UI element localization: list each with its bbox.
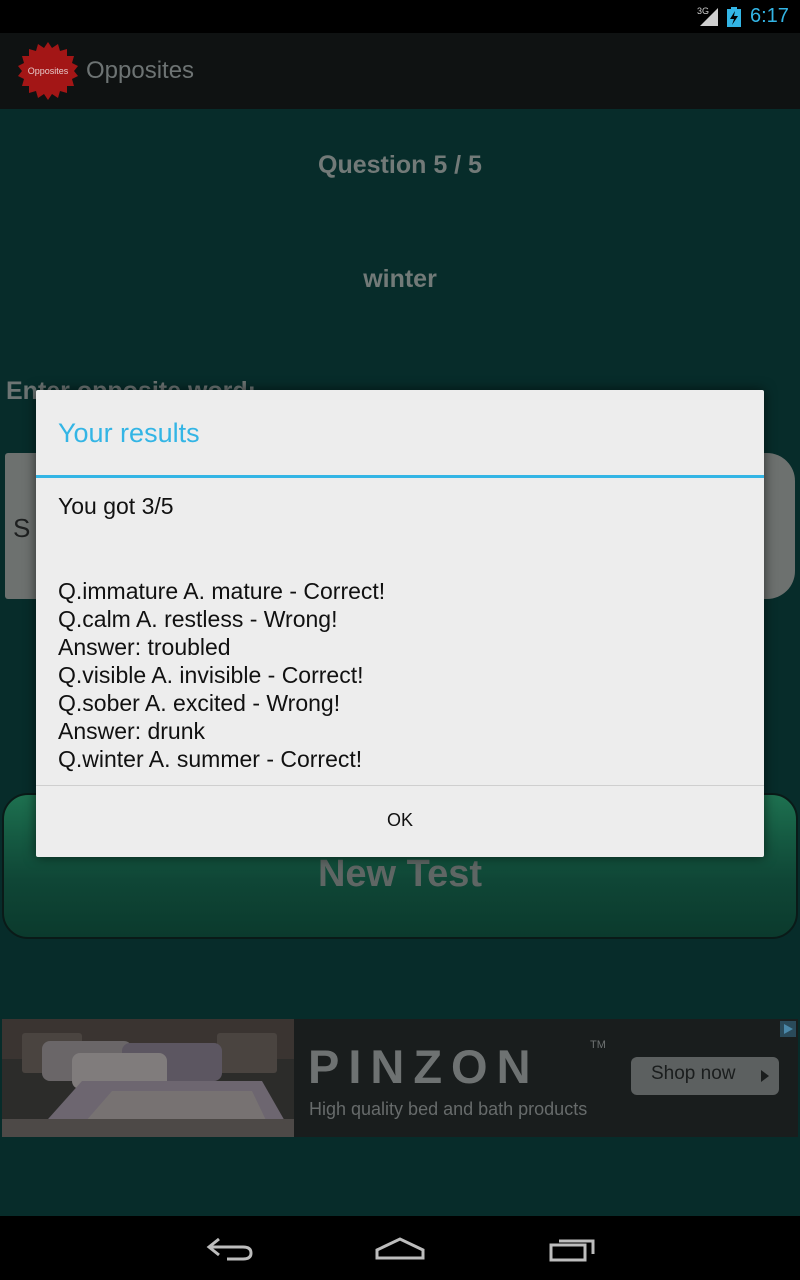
ad-trademark: TM	[590, 1039, 606, 1051]
app-logo-icon[interactable]: Opposites	[18, 41, 78, 101]
home-icon[interactable]	[374, 1236, 426, 1262]
recent-apps-icon[interactable]	[548, 1236, 596, 1262]
action-bar: Opposites Opposites	[0, 33, 800, 109]
shop-now-button[interactable]: Shop now	[631, 1057, 779, 1095]
logo-text: Opposites	[28, 66, 69, 76]
back-icon[interactable]	[205, 1235, 253, 1263]
result-line: Q.visible A. invisible - Correct!	[58, 662, 364, 688]
app-title: Opposites	[86, 57, 195, 84]
question-word: winter	[363, 265, 437, 293]
answer-input-text: S	[13, 513, 31, 543]
ok-button[interactable]: OK	[36, 786, 764, 857]
results-dialog: Your results You got 3/5 Q.immature A. m…	[36, 390, 764, 857]
ad-choices-icon[interactable]	[780, 1021, 796, 1037]
result-line: Q.calm A. restless - Wrong!	[58, 606, 338, 632]
clock: 6:17	[750, 5, 789, 27]
navigation-bar	[0, 1216, 800, 1280]
result-line: Q.winter A. summer - Correct!	[58, 746, 363, 772]
score-text: You got 3/5	[58, 493, 174, 519]
result-line: Answer: troubled	[58, 634, 231, 660]
result-line: Q.immature A. mature - Correct!	[58, 578, 386, 604]
signal-icon	[700, 8, 718, 26]
dialog-title-divider	[36, 475, 764, 478]
result-line: Q.sober A. excited - Wrong!	[58, 690, 341, 716]
play-arrow-icon	[761, 1070, 769, 1082]
status-bar: 3G 6:17	[0, 0, 800, 33]
ad-tagline: High quality bed and bath products	[309, 1099, 588, 1119]
shop-now-label: Shop now	[651, 1063, 736, 1084]
ad-bed-image	[2, 1019, 294, 1137]
new-test-label: New Test	[317, 853, 482, 895]
ok-label: OK	[386, 810, 413, 830]
ad-brand: PINZON	[308, 1040, 540, 1093]
question-counter: Question 5 / 5	[318, 151, 482, 179]
battery-charging-icon	[727, 7, 741, 27]
result-line: Answer: drunk	[58, 718, 206, 744]
ad-banner[interactable]: PINZON TM High quality bed and bath prod…	[2, 1019, 798, 1137]
dialog-title: Your results	[58, 418, 200, 448]
results-list: Q.immature A. mature - Correct! Q.calm A…	[58, 577, 385, 773]
